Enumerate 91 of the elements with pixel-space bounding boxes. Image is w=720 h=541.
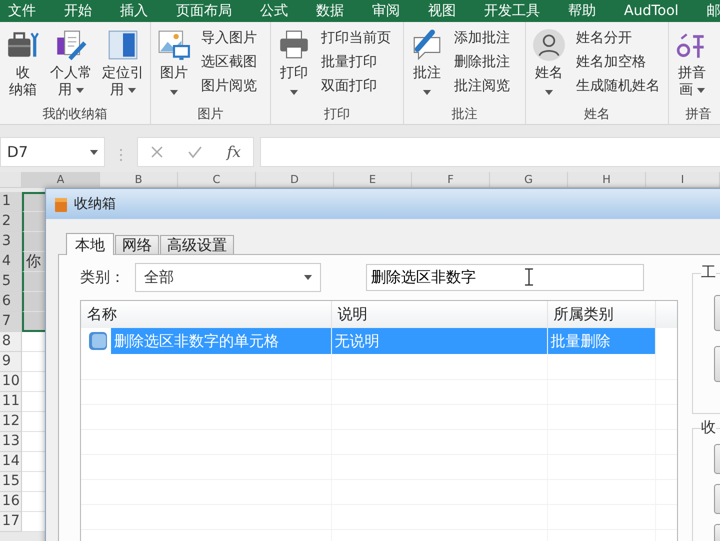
enter-icon xyxy=(188,145,202,159)
document-pen-icon xyxy=(54,28,88,62)
column-header[interactable]: A xyxy=(22,172,100,188)
caret-icon xyxy=(304,275,312,280)
menu-tab[interactable]: 页面布局 xyxy=(176,0,232,22)
ribbon-button[interactable]: 批量打印 xyxy=(319,53,393,71)
avatar-icon xyxy=(532,28,566,62)
row-header[interactable]: 8 xyxy=(0,332,22,352)
column-header[interactable]: G xyxy=(490,172,568,188)
picture-icon xyxy=(157,28,191,62)
menu-tab[interactable]: 开发工具 xyxy=(484,0,540,22)
row-header[interactable]: 1 xyxy=(0,192,22,212)
row-header[interactable]: 13 xyxy=(0,432,22,452)
column-header[interactable]: F xyxy=(412,172,490,188)
column-header[interactable]: H xyxy=(568,172,646,188)
column-header[interactable]: D xyxy=(256,172,334,188)
formula-input[interactable] xyxy=(260,137,720,167)
tab[interactable]: 高级设置 xyxy=(160,235,234,254)
panel-icon xyxy=(106,28,140,62)
column-header[interactable]: I xyxy=(646,172,720,188)
ribbon-button[interactable]: 图片阅览 xyxy=(199,77,259,95)
name-box[interactable]: D7 xyxy=(0,137,105,167)
row-header[interactable]: 5 xyxy=(0,272,22,292)
ribbon-button[interactable]: 个人常 用 xyxy=(48,28,94,106)
menu-tab[interactable]: 视图 xyxy=(428,0,456,22)
grip-icon xyxy=(119,146,123,162)
column-header[interactable]: C xyxy=(178,172,256,188)
group-label: 收 xyxy=(701,418,716,436)
group-label: 拼音 xyxy=(684,106,712,124)
text-cursor-icon xyxy=(524,268,534,286)
row-header[interactable]: 9 xyxy=(0,352,22,372)
menu-tab[interactable]: 开始 xyxy=(64,0,92,22)
row-header[interactable]: 14 xyxy=(0,452,22,472)
ribbon-button[interactable]: 删除批注 xyxy=(452,53,512,71)
ribbon-button[interactable]: 双面打印 xyxy=(319,77,393,95)
row-header[interactable]: 10 xyxy=(0,372,22,392)
group-label: 图片 xyxy=(196,106,224,124)
menu-tab[interactable]: 文件 xyxy=(8,0,36,22)
row-header[interactable]: 4 xyxy=(0,252,22,272)
ribbon-button[interactable]: 生成随机姓名 xyxy=(574,77,662,95)
search-field[interactable]: 删除选区非数字 xyxy=(366,264,644,291)
group-label: 我的收纳箱 xyxy=(42,106,108,124)
dialog-title: 收纳箱 xyxy=(74,194,116,214)
column-header[interactable]: E xyxy=(334,172,412,188)
ribbon-button[interactable]: 姓名分开 xyxy=(574,29,662,47)
ribbon-button[interactable]: 收 纳箱 xyxy=(4,28,42,106)
ribbon-button[interactable]: 打印 xyxy=(275,28,313,106)
menu-tab[interactable]: 审阅 xyxy=(372,0,400,22)
menu-tab[interactable]: 公式 xyxy=(260,0,288,22)
column-header[interactable]: 说明 xyxy=(331,301,547,328)
group-label: 打印 xyxy=(323,106,351,124)
ribbon-button[interactable]: 批注阅览 xyxy=(452,77,512,95)
tab[interactable]: 本地 xyxy=(66,233,114,255)
ribbon-button[interactable]: 拼音 画 xyxy=(673,28,711,106)
column-header[interactable]: 所属类别 xyxy=(547,301,655,328)
menu-tab[interactable]: 邮 xyxy=(706,0,720,22)
ribbon-button[interactable]: 批注 xyxy=(408,28,446,106)
row-header[interactable]: 7 xyxy=(0,312,22,332)
row-header[interactable]: 2 xyxy=(0,212,22,232)
row-header[interactable]: 12 xyxy=(0,412,22,432)
ribbon-button[interactable]: 导入图片 xyxy=(199,29,259,47)
ribbon-button[interactable]: 打印当前页 xyxy=(319,29,393,47)
menu-tab[interactable]: 数据 xyxy=(316,0,344,22)
menu-tab[interactable]: AudTool xyxy=(624,0,679,22)
row-header[interactable]: 6 xyxy=(0,292,22,312)
box-icon xyxy=(54,196,68,212)
row-header[interactable]: 15 xyxy=(0,472,22,492)
column-header[interactable]: B xyxy=(100,172,178,188)
insert-function-button[interactable]: fx xyxy=(226,140,241,164)
item-icon xyxy=(87,329,109,353)
row-header[interactable]: 3 xyxy=(0,232,22,252)
menu-tab[interactable]: 帮助 xyxy=(568,0,596,22)
ribbon-button[interactable]: 姓名 xyxy=(530,28,568,106)
tab[interactable]: 网络 xyxy=(115,235,159,254)
row-header[interactable]: 16 xyxy=(0,492,22,512)
category-dropdown[interactable]: 全部 xyxy=(135,263,321,292)
field-label: 类别： xyxy=(80,267,126,288)
ribbon-button[interactable]: 添加批注 xyxy=(452,29,512,47)
row-header[interactable]: 11 xyxy=(0,392,22,412)
group-label: 批注 xyxy=(450,106,478,124)
menu-tab[interactable]: 插入 xyxy=(120,0,148,22)
column-header[interactable]: 名称 xyxy=(81,301,331,328)
ribbon-button[interactable]: 姓名加空格 xyxy=(574,53,662,71)
group-label: 姓名 xyxy=(583,106,611,124)
caret-icon xyxy=(90,150,98,154)
row-header[interactable]: 17 xyxy=(0,512,22,532)
ribbon-button[interactable]: 选区截图 xyxy=(199,53,259,71)
cancel-icon xyxy=(150,145,164,159)
ribbon-button[interactable]: 图片 xyxy=(155,28,193,106)
select-all-button[interactable] xyxy=(0,172,22,188)
ribbon-button[interactable]: 定位引 用 xyxy=(100,28,146,106)
